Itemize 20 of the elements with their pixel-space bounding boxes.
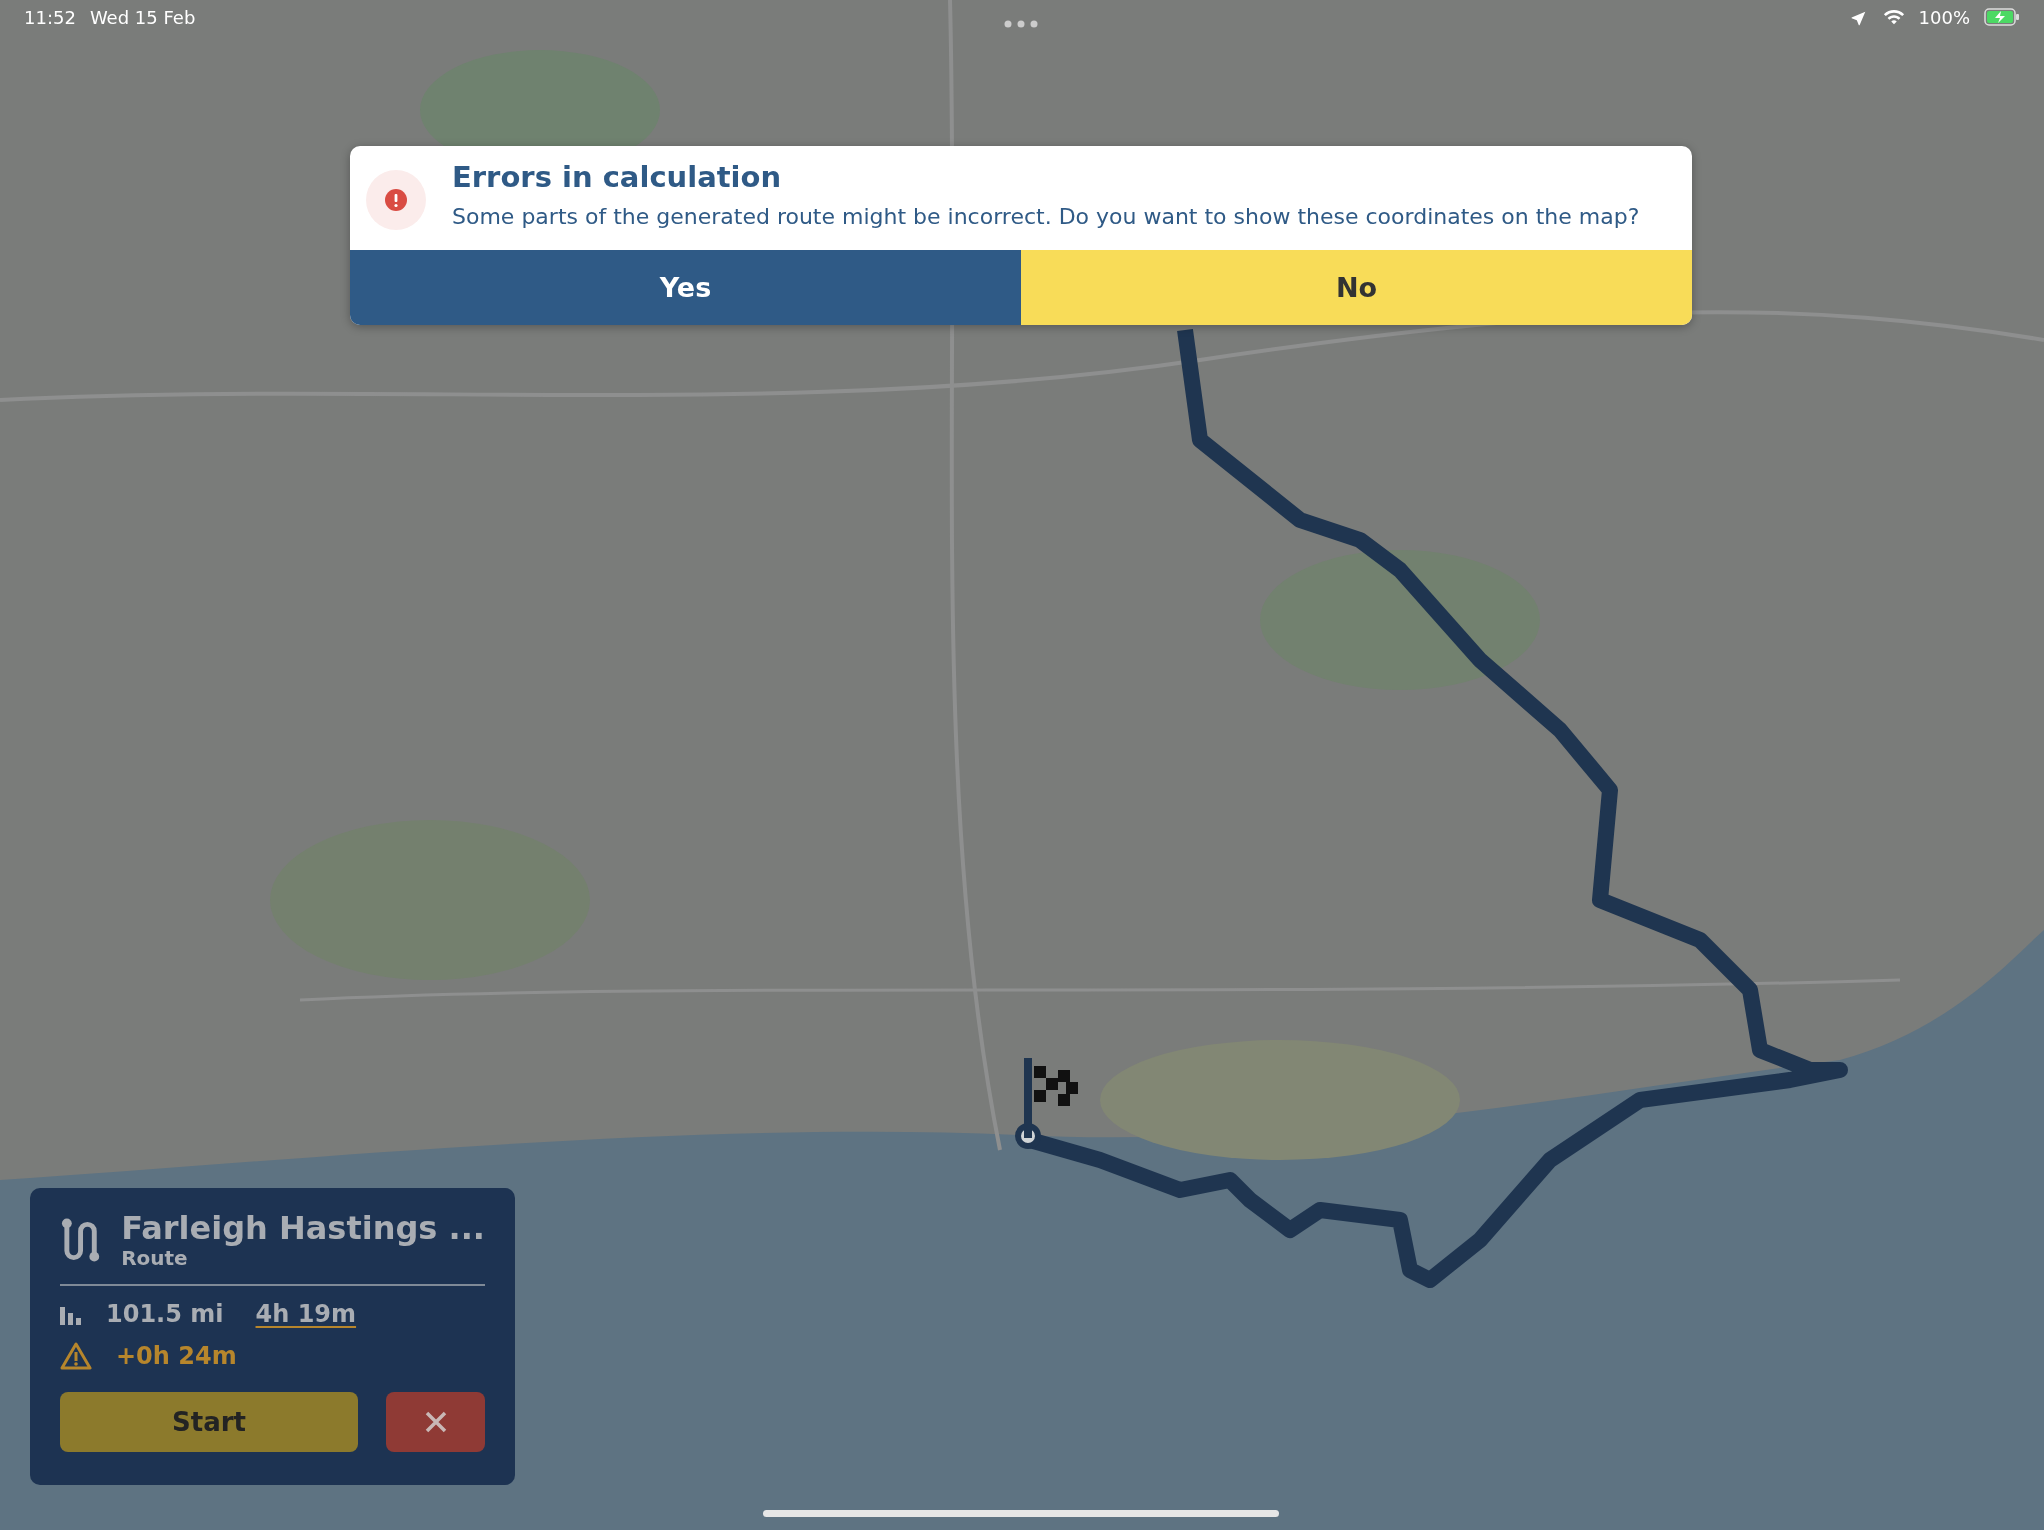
start-button[interactable]: Start bbox=[60, 1392, 358, 1452]
status-date: Wed 15 Feb bbox=[89, 6, 196, 28]
finish-flag-icon bbox=[1015, 1056, 1079, 1152]
no-button[interactable]: No bbox=[1021, 250, 1692, 325]
multitasking-dots-icon[interactable] bbox=[1004, 20, 1038, 28]
route-subtitle: Route bbox=[121, 1246, 189, 1270]
dialog-message: Some parts of the generated route might be incorrect. Do you want to show these coordinates on the map? bbox=[452, 204, 1640, 229]
close-button[interactable] bbox=[386, 1392, 485, 1452]
battery-percent: 100% bbox=[1918, 6, 1970, 28]
route-icon bbox=[60, 1217, 102, 1263]
status-time: 11:52 bbox=[24, 6, 76, 28]
yes-button[interactable]: Yes bbox=[350, 250, 1021, 325]
close-icon bbox=[424, 1411, 447, 1433]
route-title: Farleigh Hastings ... bbox=[121, 1210, 485, 1246]
route-distance: 101.5 mi bbox=[106, 1300, 224, 1328]
route-duration[interactable]: 4h 19m bbox=[255, 1300, 357, 1328]
dialog-title: Errors in calculation bbox=[452, 160, 783, 194]
warning-icon bbox=[60, 1342, 92, 1370]
route-delay: +0h 24m bbox=[116, 1342, 237, 1370]
battery-icon bbox=[1984, 8, 2020, 26]
